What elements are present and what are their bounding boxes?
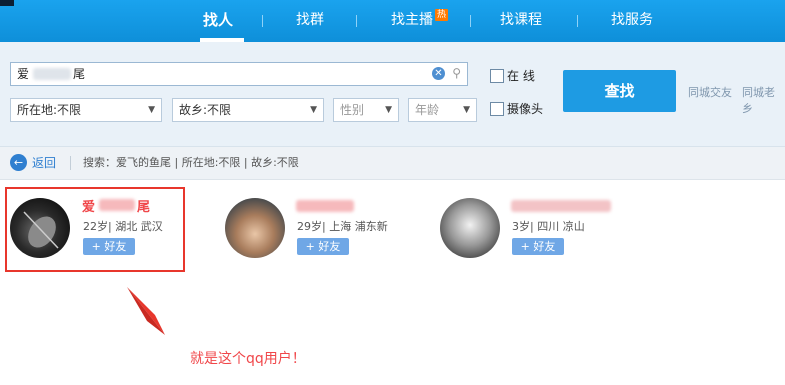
redacted-text: [33, 68, 71, 80]
tab-label: 找群: [296, 12, 324, 28]
chevron-down-icon: ▼: [385, 105, 392, 115]
result-info: 3岁| 四川 凉山: [512, 220, 585, 233]
avatar[interactable]: [225, 198, 285, 258]
redacted-name: [296, 200, 354, 212]
local-friends-link[interactable]: 同城交友: [688, 84, 732, 100]
search-summary: 搜索：爱飞的鱼尾 | 所在地:不限 | 故乡:不限: [83, 156, 299, 169]
tab-label: 找主播: [391, 12, 433, 28]
age-dropdown[interactable]: 年龄 ▼: [408, 98, 477, 122]
tab-find-group[interactable]: 找群: [296, 0, 324, 42]
search-panel: 爱 尾 ✕ ⚲ 所在地:不限 ▼ 故乡:不限 ▼ 性别 ▼ 年龄 ▼ 在 线 摄…: [0, 42, 785, 147]
online-checkbox[interactable]: [490, 69, 504, 83]
back-link[interactable]: 返回: [32, 147, 56, 179]
result-card-2[interactable]: 29岁| 上海 浦东新 + 好友: [220, 183, 400, 269]
annotation-note: 就是这个qq用户！: [190, 351, 306, 367]
tab-separator: [577, 15, 578, 27]
divider: [70, 156, 71, 170]
tab-find-service[interactable]: 找服务: [611, 0, 653, 42]
tab-label: 找服务: [611, 12, 653, 28]
location-pin-icon[interactable]: ⚲: [452, 66, 461, 80]
add-friend-button[interactable]: + 好友: [512, 238, 564, 255]
hot-badge: 热: [435, 9, 449, 21]
tab-separator: [470, 15, 471, 27]
hometown-dropdown[interactable]: 故乡:不限 ▼: [172, 98, 324, 122]
highlight-box: [5, 187, 185, 272]
result-info: 29岁| 上海 浦东新: [297, 220, 388, 233]
breadcrumb: ← 返回 搜索：爱飞的鱼尾 | 所在地:不限 | 故乡:不限: [0, 147, 785, 180]
chevron-down-icon: ▼: [310, 105, 317, 115]
tab-find-streamer[interactable]: 找主播热: [391, 0, 449, 42]
clear-icon[interactable]: ✕: [432, 67, 445, 80]
gender-dropdown[interactable]: 性别 ▼: [333, 98, 399, 122]
camera-label: 摄像头: [507, 102, 544, 116]
dropdown-value: 故乡:不限: [179, 103, 232, 117]
tab-separator: [262, 15, 263, 27]
dropdown-value: 年龄: [415, 103, 440, 117]
chevron-down-icon: ▼: [148, 105, 155, 115]
search-value-prefix: 爱: [17, 67, 30, 81]
top-nav-bar: 找人 找群 找主播热 找课程 找服务: [0, 0, 785, 42]
find-button[interactable]: 查找: [563, 70, 676, 112]
tab-find-course[interactable]: 找课程: [500, 0, 542, 42]
annotation-arrow-icon: [127, 287, 165, 335]
camera-checkbox[interactable]: [490, 102, 504, 116]
chevron-down-icon: ▼: [463, 105, 470, 115]
tab-label: 找人: [203, 11, 234, 29]
tab-separator: [356, 15, 357, 27]
result-card-3[interactable]: 3岁| 四川 凉山 + 好友: [435, 183, 615, 269]
dropdown-value: 所在地:不限: [17, 103, 82, 117]
add-friend-button[interactable]: + 好友: [297, 238, 349, 255]
redacted-name: [511, 200, 611, 212]
window-corner: [0, 0, 14, 6]
tab-label: 找课程: [500, 12, 542, 28]
search-value-suffix: 尾: [73, 67, 86, 81]
tab-find-people[interactable]: 找人: [203, 0, 233, 42]
name-search-input[interactable]: 爱 尾 ✕ ⚲: [10, 62, 468, 86]
back-arrow-icon[interactable]: ←: [10, 154, 27, 171]
dropdown-value: 性别: [340, 103, 365, 117]
local-hometown-link[interactable]: 同城老乡: [742, 84, 785, 116]
avatar[interactable]: [440, 198, 500, 258]
online-label: 在 线: [507, 69, 535, 83]
location-dropdown[interactable]: 所在地:不限 ▼: [10, 98, 162, 122]
